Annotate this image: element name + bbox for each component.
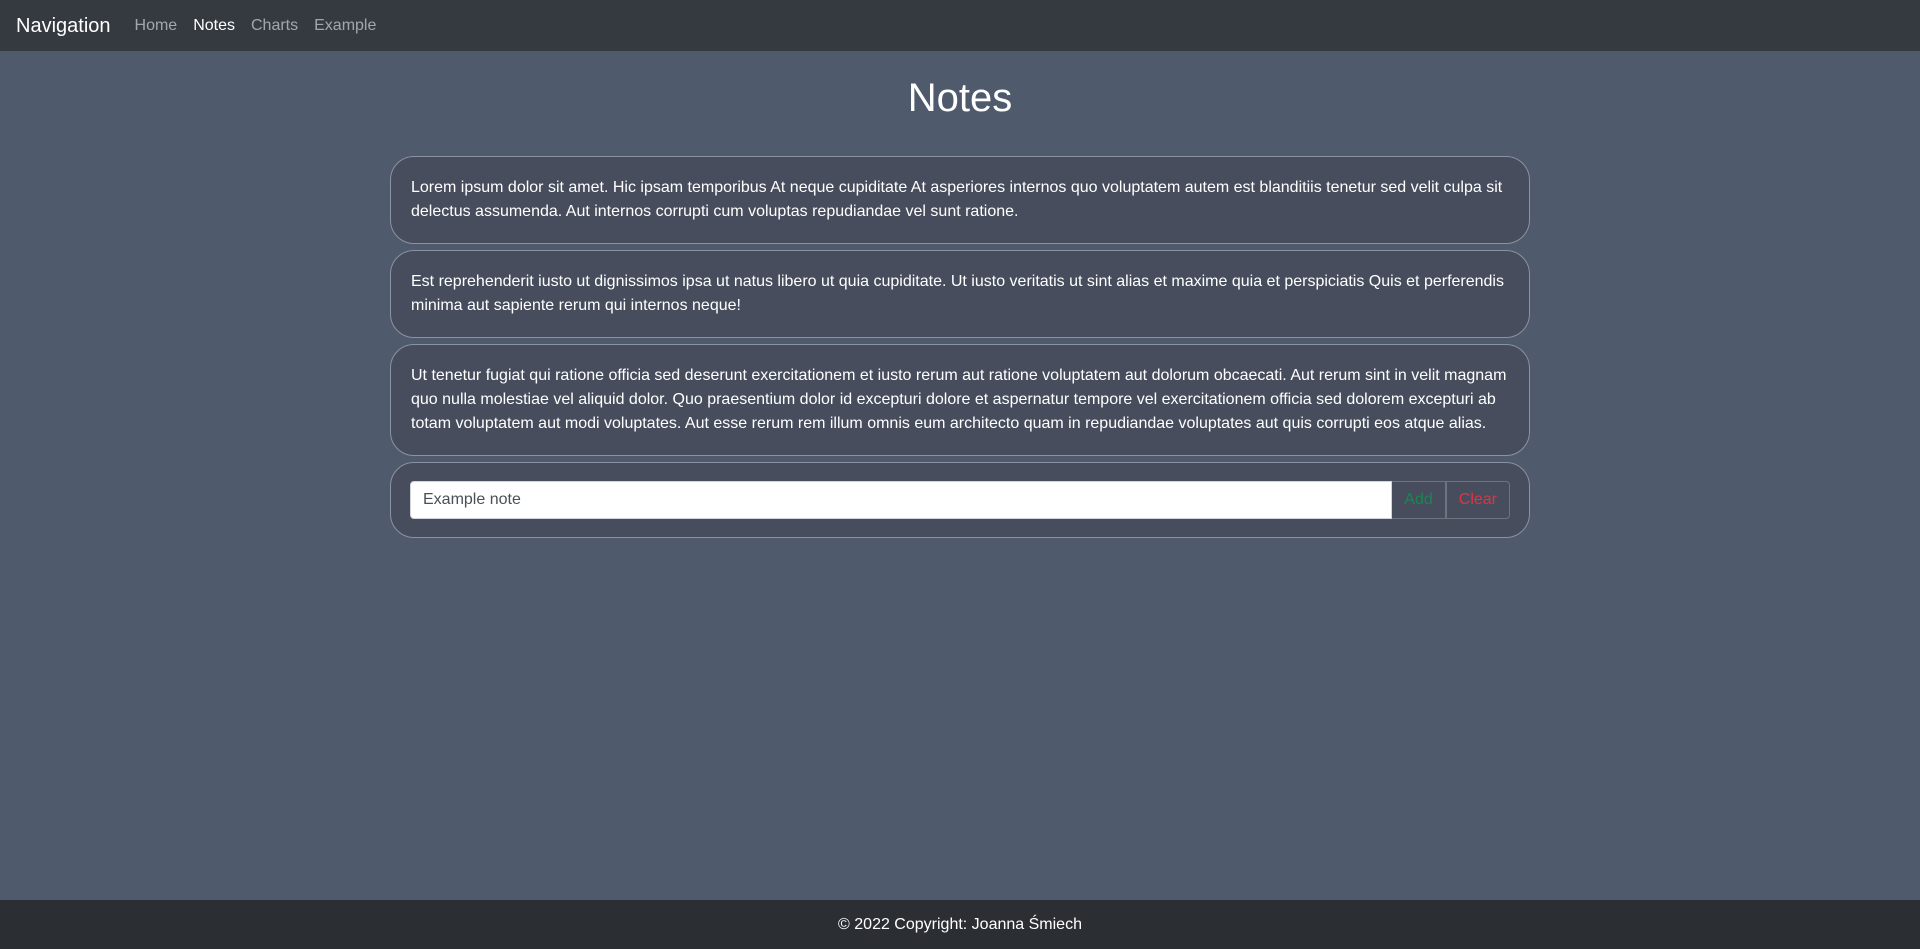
notes-list: Lorem ipsum dolor sit amet. Hic ipsam te… <box>390 156 1530 538</box>
add-button[interactable]: Add <box>1392 481 1446 519</box>
note-input[interactable] <box>410 481 1393 519</box>
nav-link-charts[interactable]: Charts <box>251 17 298 34</box>
page-title: Notes <box>907 76 1013 120</box>
note-card: Est reprehenderit iusto ut dignissimos i… <box>390 250 1530 338</box>
clear-button[interactable]: Clear <box>1445 481 1510 519</box>
nav-links: Home Notes Charts Example <box>135 17 393 34</box>
copyright-text: © 2022 Copyright: Joanna Śmiech <box>838 915 1082 933</box>
top-navbar: Navigation Home Notes Charts Example <box>0 0 1920 51</box>
navbar-brand[interactable]: Navigation <box>16 16 111 36</box>
nav-link-notes[interactable]: Notes <box>193 17 235 34</box>
add-note-form: Add Clear <box>390 462 1530 538</box>
note-card: Ut tenetur fugiat qui ratione officia se… <box>390 344 1530 456</box>
nav-link-example[interactable]: Example <box>314 17 376 34</box>
nav-link-home[interactable]: Home <box>135 17 178 34</box>
footer: © 2022 Copyright: Joanna Śmiech <box>0 900 1920 949</box>
note-card: Lorem ipsum dolor sit amet. Hic ipsam te… <box>390 156 1530 244</box>
